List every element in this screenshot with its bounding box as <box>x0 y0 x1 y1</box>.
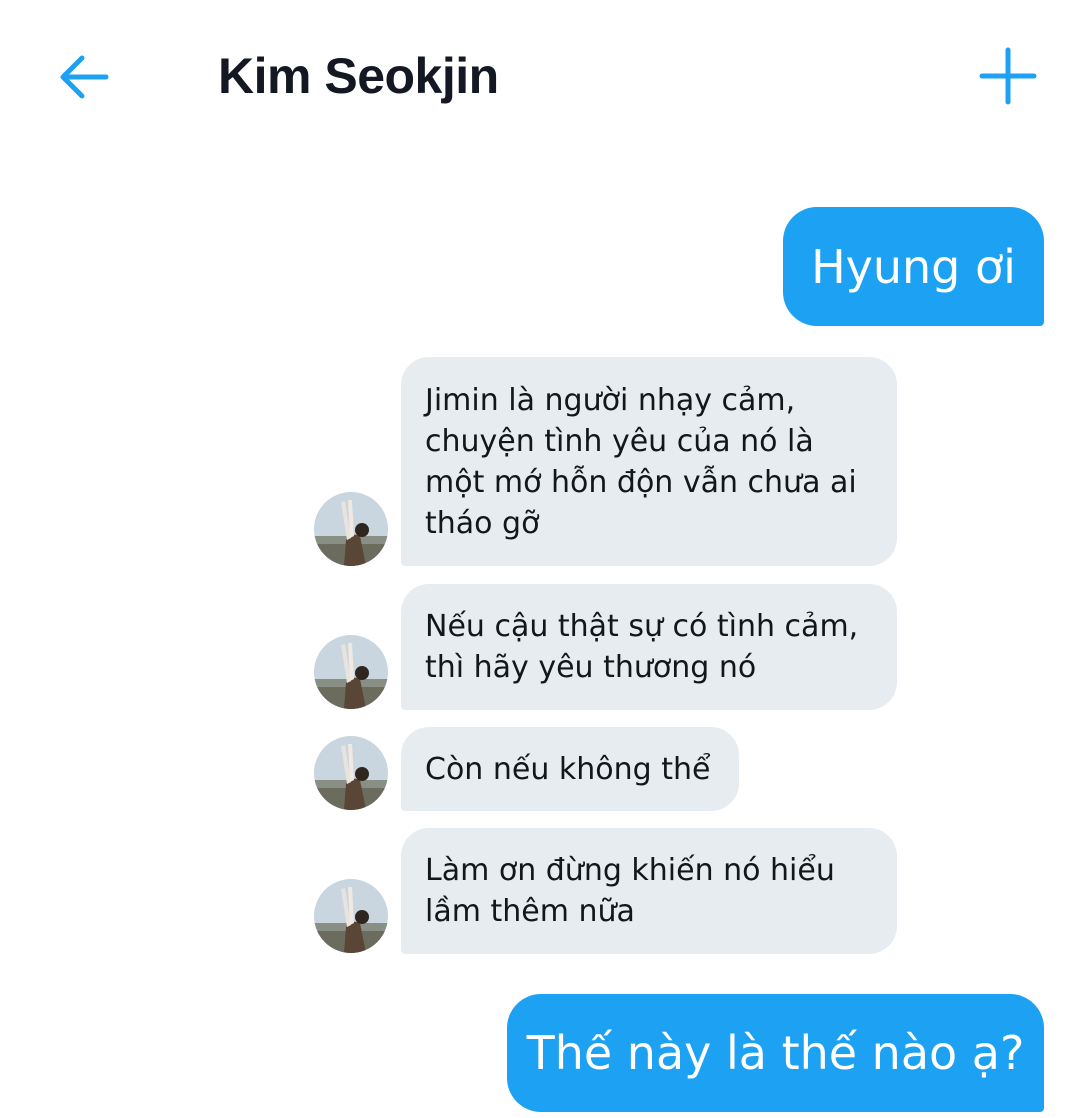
incoming-message[interactable]: Jimin là người nhạy cảm, chuyện tình yêu… <box>401 357 897 566</box>
profile-photo-icon <box>314 879 388 953</box>
profile-photo-icon <box>314 492 388 566</box>
plus-icon <box>979 47 1037 105</box>
back-button[interactable] <box>56 50 112 106</box>
avatar[interactable] <box>314 492 388 566</box>
outgoing-message[interactable]: Thế này là thế nào ạ? <box>507 994 1044 1112</box>
avatar[interactable] <box>314 635 388 709</box>
incoming-message[interactable]: Nếu cậu thật sự có tình cảm, thì hãy yêu… <box>401 584 897 710</box>
message-text: Làm ơn đừng khiến nó hiểu lầm thêm nữa <box>425 853 835 929</box>
add-button[interactable] <box>978 46 1038 106</box>
avatar[interactable] <box>314 879 388 953</box>
profile-photo-icon <box>314 635 388 709</box>
conversation-title: Kim Seokjin <box>218 48 499 104</box>
outgoing-message[interactable]: Hyung ơi <box>783 207 1044 326</box>
incoming-message[interactable]: Còn nếu không thể <box>401 727 739 811</box>
avatar[interactable] <box>314 736 388 810</box>
conversation-header: Kim Seokjin <box>0 0 1080 150</box>
profile-photo-icon <box>314 736 388 810</box>
incoming-message[interactable]: Làm ơn đừng khiến nó hiểu lầm thêm nữa <box>401 828 897 954</box>
arrow-left-icon <box>60 55 109 99</box>
message-text: Nếu cậu thật sự có tình cảm, thì hãy yêu… <box>425 609 859 685</box>
message-text: Jimin là người nhạy cảm, chuyện tình yêu… <box>425 382 857 541</box>
message-text: Hyung ơi <box>811 239 1016 294</box>
message-text: Thế này là thế nào ạ? <box>526 1026 1025 1080</box>
message-text: Còn nếu không thể <box>425 751 711 787</box>
